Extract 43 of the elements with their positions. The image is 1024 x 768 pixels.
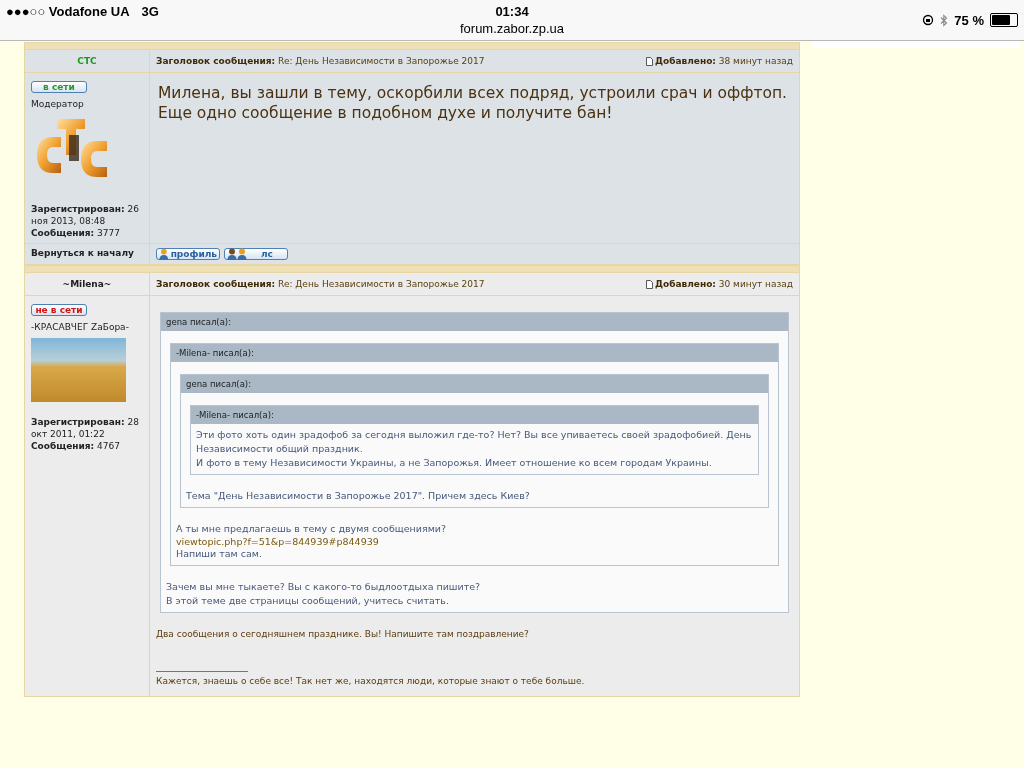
signature-text: Кажется, знаешь о себе все! Так нет же, находятся люди, которые знают о тебе больше. — [156, 675, 586, 688]
rotation-lock-icon — [922, 14, 935, 26]
post-text: Милена, вы зашли в тему, оскорбили всех подряд, устроили срач и оффтоп. Еще одно сообщение в подобном духе и получите бан! — [157, 83, 788, 124]
online-status-badge[interactable]: в сети — [31, 81, 87, 93]
quote-author: gena писал(а): — [161, 313, 788, 331]
document-icon — [646, 56, 653, 66]
author-name: ~Milena~ — [25, 273, 150, 296]
user-rank: Модератор — [31, 99, 85, 109]
post-time: Добавлено: 30 минут назад — [655, 279, 793, 289]
registration-date: Зарегистрирован: 26 ноя 2013, 08:48 — [31, 203, 140, 227]
registration-date: Зарегистрирован: 28 окт 2011, 01:22 — [31, 416, 140, 440]
post-text: А ты мне предлагаешь в тему с двумя сообщениями? — [176, 522, 448, 536]
post-text: Напиши там сам. — [176, 547, 263, 561]
post-link[interactable]: viewtopic.php?f=51&p=844939#p844939 — [176, 536, 379, 547]
bluetooth-icon — [940, 13, 949, 27]
private-message-button[interactable]: лс — [224, 248, 288, 260]
quote-author: -Milena- писал(а): — [171, 344, 778, 362]
post-count: Сообщения: 3777 — [31, 227, 121, 239]
quote-author: -Milena- писал(а): — [191, 406, 758, 424]
page-url[interactable]: forum.zabor.zp.ua — [459, 21, 565, 36]
post-time: Добавлено: 38 минут назад — [655, 56, 793, 66]
post-text: Два сообщения о сегодняшнем празднике. Вы! Напишите там поздравление? — [156, 628, 530, 641]
post-text: И фото в тему Независимости Украины, а не Запорожья. Имеет отношение ко всем городам Украины. — [196, 456, 713, 470]
document-icon — [646, 279, 653, 289]
users-icon — [227, 248, 247, 260]
post-count: Сообщения: 4767 — [31, 440, 121, 452]
quote-author: gena писал(а): — [181, 375, 768, 393]
battery-icon — [990, 13, 1018, 27]
post-text: Эти фото хоть один зрадофоб за сегодня выложил где-то? Нет? Вы все упиваетесь своей зрадофобией. День Независимости общий праздник. — [196, 428, 753, 456]
author-name: СТС — [25, 50, 150, 73]
carrier-name: ●●●○○ Vodafone UA — [6, 4, 130, 21]
user-rank: -КРАСАВЧЕГ ZaБора- — [31, 322, 130, 332]
message-subject: Заголовок сообщения: Re: День Независимости в Запорожье 2017 — [156, 279, 485, 289]
message-subject: Заголовок сообщения: Re: День Независимости в Запорожье 2017 — [156, 56, 485, 66]
post-text: Зачем вы мне тыкаете? Вы с какого-то быдлоотдыха пишите? — [166, 580, 482, 594]
post-text: Тема "День Независимости в Запорожье 2017". Причем здесь Киев? — [186, 489, 531, 503]
online-status-badge[interactable]: не в сети — [31, 304, 87, 316]
user-icon — [159, 248, 169, 260]
post-text: В этой теме две страницы сообщений, учитесь считать. — [166, 594, 450, 608]
battery-percent: 75 % — [954, 12, 984, 28]
network-type: 3G — [141, 4, 159, 21]
clock-time: 01:34 — [495, 4, 529, 19]
profile-button[interactable]: профиль — [156, 248, 220, 260]
